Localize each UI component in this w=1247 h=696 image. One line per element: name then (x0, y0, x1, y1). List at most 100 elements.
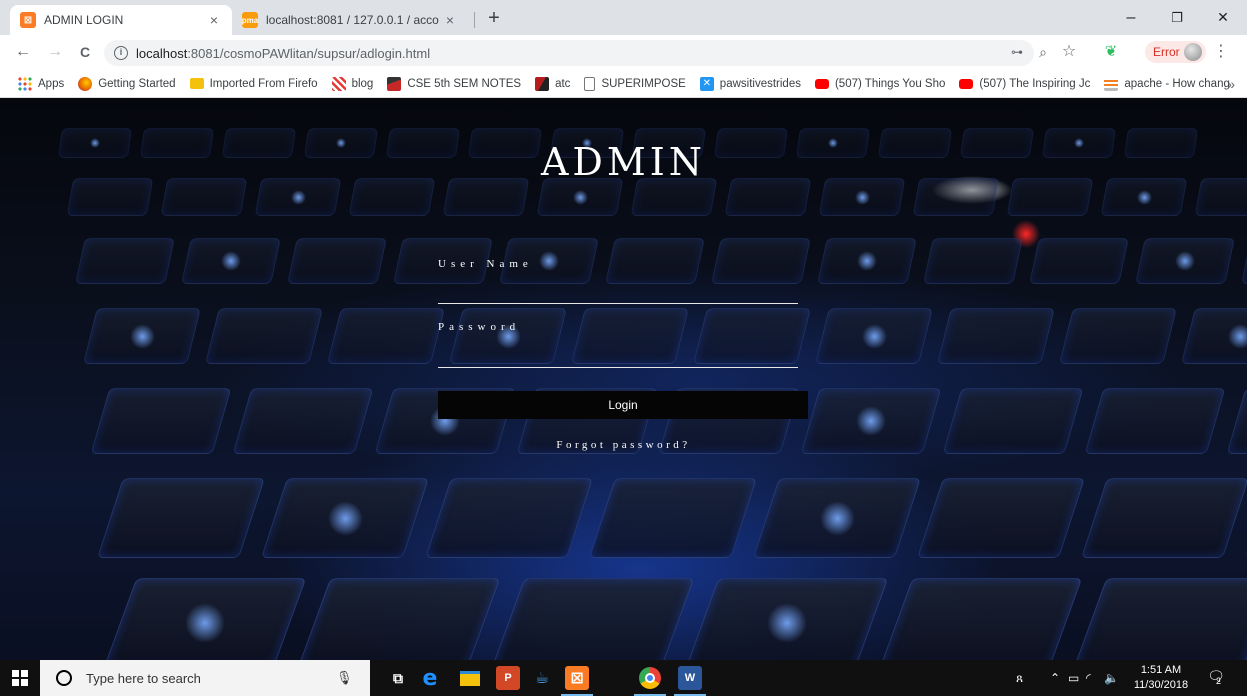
tab-admin-login[interactable]: ⊠ ADMIN LOGIN × (10, 5, 232, 35)
bookmarks-overflow-button[interactable]: » (1227, 76, 1235, 92)
bookmark-getting-started[interactable]: Getting Started (78, 76, 176, 91)
url-text: localhost:8081/cosmoPAWlitan/supsur/adlo… (136, 46, 430, 61)
notification-count: 2 (1216, 676, 1222, 686)
decorative-key (589, 478, 757, 558)
url-path: :8081/cosmoPAWlitan/supsur/adlogin.html (187, 45, 431, 61)
bookmark-cse-notes[interactable]: CSE 5th SEM NOTES (387, 76, 521, 91)
people-icon[interactable]: ጸ (1016, 660, 1023, 696)
username-underline (438, 303, 798, 304)
reload-button[interactable]: C (74, 41, 96, 63)
password-label: Password (438, 321, 521, 333)
microphone-icon[interactable]: 🎙 (336, 670, 353, 686)
decorative-key (491, 578, 695, 660)
bookmark-superimpose[interactable]: SUPERIMPOSE (584, 76, 686, 91)
info-icon[interactable]: i (114, 46, 128, 60)
apps-grid-icon (18, 76, 32, 91)
xampp-icon: ⊠ (20, 12, 36, 28)
decorative-key (327, 308, 445, 364)
address-bar[interactable]: i localhost:8081/cosmoPAWlitan/supsur/ad… (104, 40, 1034, 66)
phpmyadmin-icon: pma (242, 12, 258, 28)
star-icon[interactable]: ☆ (1060, 43, 1078, 61)
bookmark-blog[interactable]: blog (331, 76, 374, 91)
key-glow (221, 251, 241, 271)
bookmark-apps[interactable]: Apps (18, 76, 64, 91)
decorative-key (425, 478, 593, 558)
key-glow (185, 603, 225, 643)
username-label: User Name (438, 258, 533, 270)
word-icon[interactable]: W (674, 666, 706, 696)
wifi-icon[interactable]: ◜ (1086, 660, 1091, 696)
bookmark-apache[interactable]: apache - How chang (1104, 76, 1230, 91)
taskbar-clock[interactable]: 1:51 AM 11/30/2018 (1132, 663, 1190, 693)
tab-title: ADMIN LOGIN (44, 13, 124, 27)
decorative-key (75, 238, 175, 284)
file-explorer-icon[interactable] (458, 666, 482, 690)
evernote-icon[interactable]: ❦ (1102, 43, 1120, 61)
forgot-password-link[interactable]: Forgot password? (0, 439, 1247, 451)
browser-toolbar: ← → C i localhost:8081/cosmoPAWlitan/sup… (0, 35, 1247, 70)
volume-icon[interactable]: 🔈 (1104, 660, 1119, 696)
password-input[interactable] (438, 343, 798, 365)
powerpoint-icon[interactable]: P (496, 666, 520, 690)
taskbar-search[interactable]: Type here to search (40, 660, 370, 696)
key-glow (856, 406, 886, 436)
bookmark-atc[interactable]: atc (535, 76, 571, 91)
username-input[interactable] (438, 278, 798, 300)
decorative-key (1029, 238, 1129, 284)
maximize-button[interactable]: ❐ (1154, 0, 1200, 35)
back-button[interactable]: ← (12, 41, 34, 63)
login-button[interactable]: Login (438, 391, 808, 419)
chevron-up-icon[interactable]: ⌃ (1050, 660, 1060, 696)
bookmarks-bar: Apps Getting Started Imported From Firef… (0, 70, 1247, 98)
bookmark-label: Getting Started (98, 77, 176, 90)
netbeans-icon[interactable]: ☕ (530, 666, 554, 690)
close-icon[interactable]: × (206, 12, 222, 28)
zoom-icon[interactable]: ⌕ (1034, 43, 1052, 61)
url-host: localhost (136, 45, 188, 61)
chrome-icon[interactable] (634, 666, 666, 696)
bookmark-youtube-2[interactable]: (507) The Inspiring Jc (959, 78, 1090, 90)
tab-title: localhost:8081 / 127.0.0.1 / acco (266, 13, 439, 27)
notification-center-icon[interactable]: 🗨 2 (1206, 668, 1226, 688)
atc-icon (535, 76, 550, 91)
key-glow (767, 603, 807, 643)
bookmark-label: blog (351, 77, 374, 90)
folder-icon (189, 78, 204, 89)
profile-error-chip[interactable]: Error (1145, 41, 1206, 63)
close-icon[interactable]: × (442, 12, 458, 28)
task-view-icon[interactable]: ⧉ (386, 666, 410, 690)
windows-taskbar: Type here to search 🎙 ⧉ e P ☕ ⊠ W ጸ ⌃ ▭ … (0, 660, 1247, 696)
edge-icon[interactable]: e (418, 666, 442, 691)
minimize-button[interactable]: – (1108, 0, 1154, 35)
tab-strip: ⊠ ADMIN LOGIN × pma localhost:8081 / 127… (0, 0, 1247, 35)
key-glow (539, 251, 559, 271)
page-icon (584, 76, 596, 91)
bookmark-youtube-1[interactable]: (507) Things You Sho (814, 78, 945, 90)
decorative-key (205, 308, 323, 364)
key-glow (129, 323, 155, 349)
tab-phpmyadmin[interactable]: pma localhost:8081 / 127.0.0.1 / acco × (232, 5, 468, 35)
bookmark-label: atc (555, 77, 571, 90)
youtube-icon (814, 78, 829, 89)
page-title: ADMIN (540, 140, 707, 184)
key-glow (1227, 323, 1247, 349)
password-underline (438, 367, 798, 368)
key-glow (290, 189, 306, 205)
bookmark-label: (507) The Inspiring Jc (979, 77, 1091, 90)
decorative-key (1073, 578, 1247, 660)
x-icon: ✕ (699, 76, 714, 91)
xampp-taskbar-icon[interactable]: ⊠ (561, 666, 593, 696)
error-label: Error (1153, 45, 1180, 59)
close-window-button[interactable]: ✕ (1200, 0, 1246, 35)
battery-icon[interactable]: ▭ (1068, 660, 1079, 696)
new-tab-button[interactable]: + (482, 6, 506, 30)
bookmark-pawsitivestrides[interactable]: ✕ pawsitivestrides (699, 76, 801, 91)
start-button[interactable] (0, 660, 40, 696)
key-icon[interactable]: ⊶ (1008, 43, 1026, 61)
menu-icon[interactable]: ⋮ (1213, 43, 1229, 61)
bookmark-imported-from-firefox[interactable]: Imported From Firefo (189, 78, 318, 90)
login-page: ADMIN User Name Password Login Forgot pa… (0, 98, 1247, 660)
forward-button[interactable]: → (44, 41, 66, 63)
decorative-key (937, 308, 1055, 364)
decorative-key (297, 578, 501, 660)
